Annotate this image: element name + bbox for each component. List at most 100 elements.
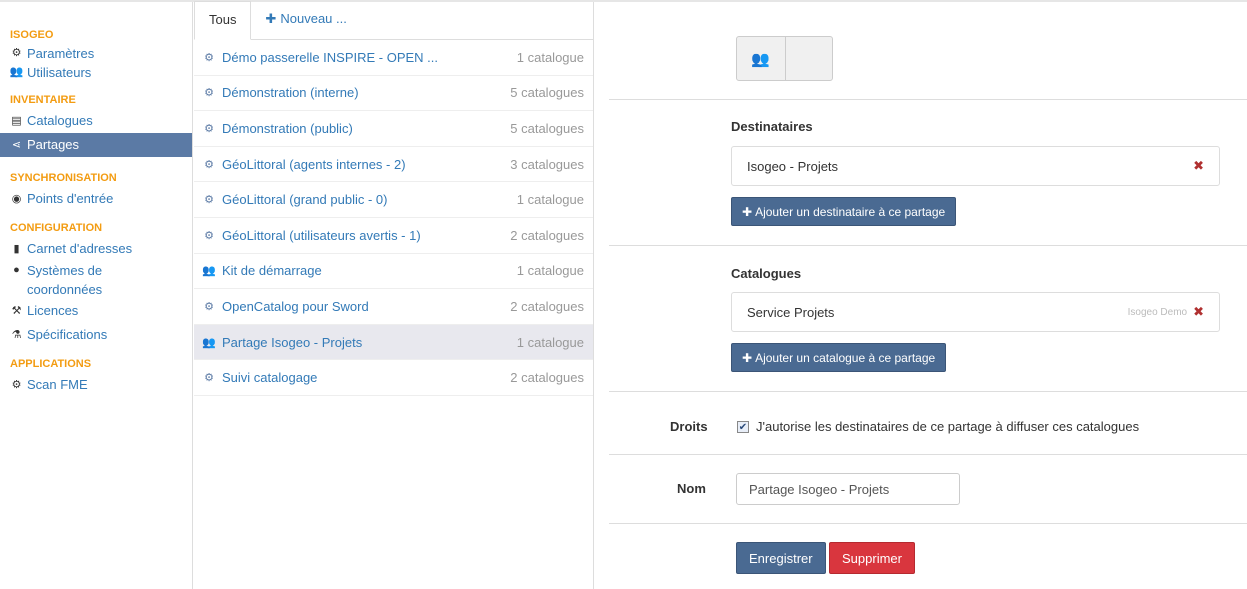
divider bbox=[609, 454, 1247, 455]
recipient-name: Isogeo - Projets bbox=[747, 158, 839, 174]
share-row[interactable]: ⚙ Démonstration (interne) 5 catalogues bbox=[194, 76, 593, 112]
rights-text: J'autorise les destinataires de ce parta… bbox=[756, 419, 1140, 434]
divider bbox=[609, 245, 1247, 246]
add-recipient-button[interactable]: ✚ Ajouter un destinataire à ce partage bbox=[731, 197, 957, 226]
group-share-button[interactable]: 👥 bbox=[737, 37, 785, 80]
catalogs-title: Catalogues bbox=[731, 266, 802, 281]
share-row[interactable]: ⚙ Démonstration (public) 5 catalogues bbox=[194, 111, 593, 147]
share-name: OpenCatalog pour Sword bbox=[222, 298, 369, 314]
sidebar-item-label: Points d'entrée bbox=[27, 191, 114, 206]
plus-icon: ✚ bbox=[265, 11, 277, 26]
users-icon: 👥 bbox=[202, 336, 216, 349]
share-row[interactable]: ⚙ Démo passerelle INSPIRE - OPEN ... 1 cat… bbox=[194, 40, 593, 76]
catalog-item: Service Projets Isogeo Demo ✖ bbox=[731, 292, 1220, 332]
check-icon: ✔ bbox=[738, 421, 748, 433]
shares-list-panel: Tous ✚ Nouveau ... ⚙ Démo passerelle INSPI… bbox=[194, 1, 594, 589]
share-count: 1 catalogue bbox=[516, 192, 584, 208]
sidebar-item-utilisateurs[interactable]: 👥 Utilisateurs bbox=[0, 63, 192, 82]
sidebar-item-scan-fme[interactable]: ⚙ Scan FME bbox=[0, 373, 192, 397]
gears-icon: ⚙ bbox=[204, 158, 214, 171]
share-row[interactable]: ⚙ GéoLittoral (utilisateurs avertis - 1) 2… bbox=[194, 218, 593, 254]
share-detail-panel: 👥 Destinataires Isogeo - Projets ✖ ✚ Ajou… bbox=[609, 2, 1247, 589]
sidebar-item-label: Systèmes de coordonnées bbox=[27, 263, 103, 297]
share-name: Démonstration (public) bbox=[222, 120, 353, 136]
flask-icon: ⚗ bbox=[11, 329, 22, 341]
save-button[interactable]: Enregistrer bbox=[736, 542, 826, 574]
sidebar-item-label: Catalogues bbox=[27, 113, 93, 128]
globe-icon: ● bbox=[13, 264, 20, 276]
share-row[interactable]: ⚙ OpenCatalog pour Sword 2 catalogues bbox=[194, 289, 593, 325]
sidebar-item-carnet-adresses[interactable]: ▮ Carnet d'adresses bbox=[0, 237, 192, 261]
empty-toggle-button[interactable] bbox=[784, 37, 833, 80]
tab-new-label: Nouveau ... bbox=[280, 11, 347, 26]
catalog-meta: Isogeo Demo ✖ bbox=[1128, 304, 1204, 320]
share-count: 5 catalogues bbox=[510, 120, 584, 136]
section-title-inventaire: INVENTAIRE bbox=[10, 94, 76, 106]
sidebar-item-label: Scan FME bbox=[27, 377, 88, 392]
share-row-title: ⚙ Démo passerelle INSPIRE - OPEN ... bbox=[202, 50, 438, 65]
sidebar-item-catalogues[interactable]: ▤ Catalogues bbox=[0, 109, 192, 133]
gears-icon: ⚙ bbox=[204, 372, 214, 385]
share-name: GéoLittoral (agents internes - 2) bbox=[222, 156, 406, 172]
gears-icon: ⚙ bbox=[11, 47, 22, 59]
share-row-title: ⚙ GéoLittoral (agents internes - 2) bbox=[202, 156, 406, 172]
section-title-configuration: CONFIGURATION bbox=[10, 222, 103, 234]
share-row-title: ⚙ GéoLittoral (grand public - 0) bbox=[202, 192, 387, 207]
share-icon: ⋖ bbox=[11, 139, 22, 151]
users-icon: 👥 bbox=[202, 265, 216, 278]
divider bbox=[609, 391, 1247, 392]
share-count: 1 catalogue bbox=[516, 334, 584, 350]
share-row[interactable]: ⚙ GéoLittoral (agents internes - 2) 3 cata… bbox=[194, 147, 593, 183]
tab-new[interactable]: ✚ Nouveau ... bbox=[251, 1, 360, 39]
sidebar-item-label: Partages bbox=[27, 137, 80, 152]
share-count: 2 catalogues bbox=[510, 227, 584, 243]
share-row-title: ⚙ Démonstration (interne) bbox=[202, 85, 359, 100]
rights-label: Droits bbox=[670, 419, 708, 434]
eye-icon: ◉ bbox=[11, 193, 22, 205]
add-catalog-button[interactable]: ✚ Ajouter un catalogue à ce partage bbox=[731, 343, 947, 372]
plus-icon: ✚ bbox=[742, 204, 753, 219]
recipient-item: Isogeo - Projets ✖ bbox=[731, 146, 1220, 186]
share-row-title: 👥 Kit de démarrage bbox=[202, 263, 322, 278]
sidebar-item-licences[interactable]: ⚒ Licences bbox=[0, 299, 192, 323]
gears-icon: ⚙ bbox=[204, 229, 214, 242]
share-row[interactable]: 👥 Kit de démarrage 1 catalogue bbox=[194, 254, 593, 290]
gears-icon: ⚙ bbox=[204, 300, 214, 313]
gears-icon: ⚙ bbox=[204, 122, 214, 135]
add-recipient-label: Ajouter un destinataire à ce partage bbox=[755, 204, 946, 219]
remove-icon[interactable]: ✖ bbox=[1193, 304, 1204, 320]
share-row[interactable]: 👥 Partage Isogeo - Projets 1 catalogue bbox=[194, 324, 593, 361]
gears-icon: ⚙ bbox=[204, 87, 214, 100]
rights-checkbox[interactable]: ✔ bbox=[737, 421, 749, 433]
sidebar-item-points-entree[interactable]: ◉ Points d'entrée bbox=[0, 187, 192, 211]
share-name-input[interactable] bbox=[736, 473, 960, 505]
sidebar-item-partages[interactable]: ⋖ Partages bbox=[0, 133, 192, 157]
list-icon: ▤ bbox=[11, 115, 22, 127]
section-title-applications: APPLICATIONS bbox=[10, 358, 92, 370]
share-name: Démonstration (interne) bbox=[222, 85, 359, 101]
plus-icon: ✚ bbox=[742, 350, 753, 365]
sidebar-item-specifications[interactable]: ⚗ Spécifications bbox=[0, 323, 192, 347]
divider bbox=[609, 523, 1247, 524]
remove-icon[interactable]: ✖ bbox=[1193, 158, 1204, 174]
sidebar-item-systemes-coordonnees[interactable]: ● Systèmes de coordonnées bbox=[0, 261, 192, 299]
delete-button[interactable]: Supprimer bbox=[829, 542, 915, 574]
share-row[interactable]: ⚙ GéoLittoral (grand public - 0) 1 catalog… bbox=[194, 182, 593, 218]
share-count: 1 catalogue bbox=[516, 263, 584, 279]
share-row-title: ⚙ GéoLittoral (utilisateurs avertis - 1) bbox=[202, 228, 421, 243]
gavel-icon: ⚒ bbox=[11, 305, 22, 317]
share-type-toggle: 👥 bbox=[736, 36, 833, 81]
sidebar-item-parametres[interactable]: ⚙ Paramètres bbox=[0, 44, 192, 63]
sidebar-item-label: Utilisateurs bbox=[27, 65, 92, 80]
gears-icon: ⚙ bbox=[204, 51, 214, 64]
share-name: Démo passerelle INSPIRE - OPEN ... bbox=[222, 49, 439, 65]
share-count: 2 catalogues bbox=[510, 370, 584, 386]
share-name: Partage Isogeo - Projets bbox=[222, 334, 363, 350]
share-row-title: 👥 Partage Isogeo - Projets bbox=[202, 335, 362, 350]
sidebar-item-label: Spécifications bbox=[27, 327, 108, 342]
share-name: Kit de démarrage bbox=[222, 263, 322, 279]
share-row[interactable]: ⚙ Suivi catalogage 2 catalogues bbox=[194, 360, 593, 396]
section-title-isogeo: ISOGEO bbox=[10, 29, 54, 41]
tab-all[interactable]: Tous bbox=[194, 1, 252, 40]
share-name: Suivi catalogage bbox=[222, 370, 318, 386]
